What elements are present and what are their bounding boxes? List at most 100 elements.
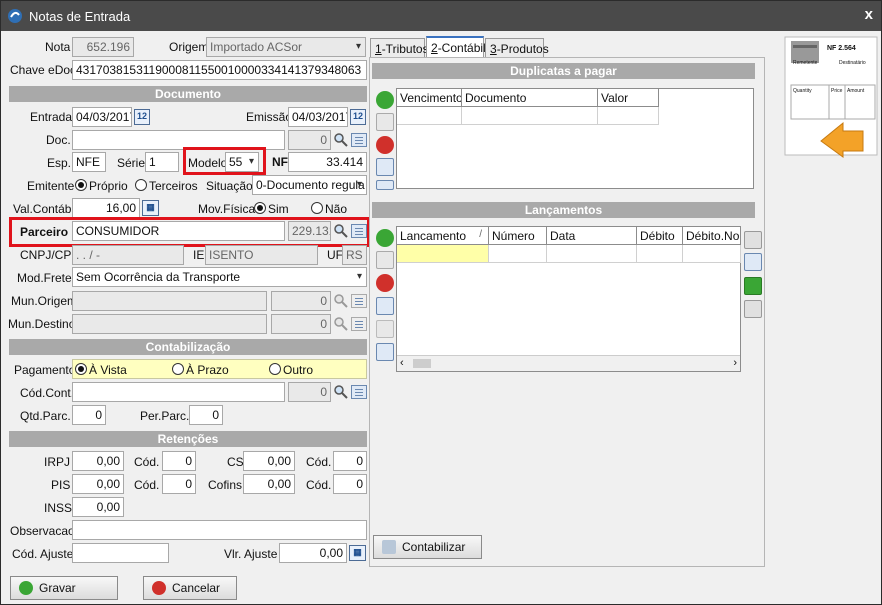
irpj-cod-field[interactable]: 0 bbox=[162, 451, 196, 471]
scroll-right-icon[interactable]: › bbox=[733, 357, 737, 369]
emitente-proprio-radio[interactable] bbox=[75, 179, 87, 191]
origem-select[interactable]: Importado ACSor bbox=[206, 37, 366, 57]
list-icon[interactable] bbox=[376, 180, 394, 190]
search-icon[interactable] bbox=[333, 316, 349, 332]
close-icon[interactable]: x bbox=[865, 6, 873, 23]
col-data[interactable]: Data bbox=[547, 227, 637, 245]
qtdparc-field[interactable]: 0 bbox=[72, 405, 106, 425]
emitente-terceiros-label[interactable]: Terceiros bbox=[149, 179, 198, 193]
col-vencimento[interactable]: Vencimento bbox=[397, 89, 462, 107]
parceiro-field[interactable]: CONSUMIDOR bbox=[72, 221, 285, 241]
grid-icon[interactable] bbox=[376, 158, 394, 176]
pis-field[interactable]: 0,00 bbox=[72, 474, 124, 494]
search-icon[interactable] bbox=[333, 293, 349, 309]
grid-cell-selected[interactable] bbox=[397, 245, 489, 263]
irpj-field[interactable]: 0,00 bbox=[72, 451, 124, 471]
document-edit-icon[interactable] bbox=[376, 343, 394, 361]
doc-lookup[interactable] bbox=[332, 130, 368, 150]
export-icon[interactable] bbox=[744, 277, 762, 295]
scroll-thumb[interactable] bbox=[413, 359, 431, 368]
nf-field[interactable]: 33.414 bbox=[288, 152, 367, 172]
cs-field[interactable]: 0,00 bbox=[243, 451, 295, 471]
calculator-icon[interactable]: ▦ bbox=[142, 200, 159, 216]
print-icon[interactable] bbox=[744, 300, 762, 318]
valcontabil-field[interactable]: 16,00 bbox=[72, 198, 140, 218]
movfisica-nao-radio[interactable] bbox=[311, 202, 323, 214]
grid-cell[interactable] bbox=[637, 245, 683, 263]
card-icon[interactable] bbox=[351, 385, 367, 399]
pagamento-prazo-radio[interactable] bbox=[172, 363, 184, 375]
munorigem-lookup[interactable] bbox=[332, 291, 368, 311]
search-icon[interactable] bbox=[333, 223, 349, 239]
cofins-field[interactable]: 0,00 bbox=[243, 474, 295, 494]
movfisica-sim-label[interactable]: Sim bbox=[268, 202, 289, 216]
col-documento[interactable]: Documento bbox=[462, 89, 598, 107]
cofins-cod-field[interactable]: 0 bbox=[333, 474, 367, 494]
grid-icon[interactable] bbox=[376, 297, 394, 315]
gravar-button[interactable]: Gravar bbox=[10, 576, 118, 600]
card-icon[interactable] bbox=[351, 133, 367, 147]
grid-cell[interactable] bbox=[462, 107, 598, 125]
duplicatas-grid[interactable]: Vencimento Documento Valor bbox=[396, 88, 754, 189]
tab-produtos[interactable]: 3-Produtos bbox=[485, 38, 549, 58]
emitente-proprio-label[interactable]: Próprio bbox=[89, 179, 128, 193]
codcont-field[interactable] bbox=[72, 382, 285, 402]
calculator-icon[interactable]: ▦ bbox=[349, 545, 366, 561]
entrada-date[interactable]: 04/03/2017 bbox=[72, 107, 132, 127]
emissao-date[interactable]: 04/03/2017 bbox=[288, 107, 348, 127]
col-lancamento[interactable]: Lancamento / bbox=[397, 227, 489, 245]
pagamento-vista-radio[interactable] bbox=[75, 363, 87, 375]
col-debito[interactable]: Débito bbox=[637, 227, 683, 245]
horizontal-scrollbar[interactable]: ‹ › bbox=[397, 355, 740, 371]
emitente-terceiros-radio[interactable] bbox=[135, 179, 147, 191]
tab-contabil[interactable]: 2-Contábil bbox=[426, 36, 486, 58]
pagamento-outro-radio[interactable] bbox=[269, 363, 281, 375]
add-icon[interactable] bbox=[376, 91, 394, 109]
grid-cell[interactable] bbox=[598, 107, 659, 125]
situacao-select[interactable]: 0-Documento regula bbox=[252, 175, 367, 195]
inss-field[interactable]: 0,00 bbox=[72, 497, 124, 517]
modelo-select[interactable]: 55 bbox=[225, 152, 259, 172]
pis-cod-field[interactable]: 0 bbox=[162, 474, 196, 494]
cancelar-button[interactable]: Cancelar bbox=[143, 576, 237, 600]
serie-field[interactable]: 1 bbox=[145, 152, 179, 172]
movfisica-nao-label[interactable]: Não bbox=[325, 202, 347, 216]
codcont-lookup[interactable] bbox=[332, 382, 368, 402]
table-icon[interactable] bbox=[744, 253, 762, 271]
col-numero[interactable]: Número bbox=[489, 227, 547, 245]
pagamento-vista-label[interactable]: À Vista bbox=[89, 363, 127, 377]
search-icon[interactable] bbox=[333, 384, 349, 400]
blank-icon[interactable] bbox=[376, 320, 394, 338]
pagamento-outro-label[interactable]: Outro bbox=[283, 363, 313, 377]
search-icon[interactable] bbox=[333, 132, 349, 148]
delete-icon[interactable] bbox=[376, 136, 394, 154]
esp-field[interactable]: NFE bbox=[72, 152, 106, 172]
mundestino-lookup[interactable] bbox=[332, 314, 368, 334]
calendar-icon[interactable]: 12 bbox=[350, 109, 366, 125]
movfisica-sim-radio[interactable] bbox=[254, 202, 266, 214]
grid-cell[interactable] bbox=[397, 107, 462, 125]
col-valor[interactable]: Valor bbox=[598, 89, 659, 107]
perparc-field[interactable]: 0 bbox=[189, 405, 223, 425]
grid-cell[interactable] bbox=[489, 245, 547, 263]
contabilizar-button[interactable]: Contabilizar bbox=[373, 535, 482, 559]
codajuste-field[interactable] bbox=[72, 543, 169, 563]
grid-cell[interactable] bbox=[547, 245, 637, 263]
cs-cod-field[interactable]: 0 bbox=[333, 451, 367, 471]
parceiro-lookup[interactable] bbox=[332, 221, 368, 241]
add-icon[interactable] bbox=[376, 229, 394, 247]
lancamentos-grid[interactable]: Lancamento / Número Data Débito Débito.N… bbox=[396, 226, 741, 372]
tab-tributos[interactable]: 1-Tributos bbox=[370, 38, 429, 58]
grid-cell[interactable] bbox=[683, 245, 741, 263]
modfrete-select[interactable]: Sem Ocorrência da Transporte bbox=[72, 267, 367, 287]
scroll-left-icon[interactable]: ‹ bbox=[400, 357, 404, 369]
vlrajuste-field[interactable]: 0,00 bbox=[279, 543, 347, 563]
col-debito-nom[interactable]: Débito.Nom bbox=[683, 227, 741, 245]
observacao-field[interactable] bbox=[72, 520, 367, 540]
tools-icon[interactable] bbox=[744, 231, 762, 249]
card-icon[interactable] bbox=[351, 294, 367, 308]
card-icon[interactable] bbox=[351, 317, 367, 331]
calendar-icon[interactable]: 12 bbox=[134, 109, 150, 125]
card-icon[interactable] bbox=[351, 224, 367, 238]
edit-icon[interactable] bbox=[376, 113, 394, 131]
